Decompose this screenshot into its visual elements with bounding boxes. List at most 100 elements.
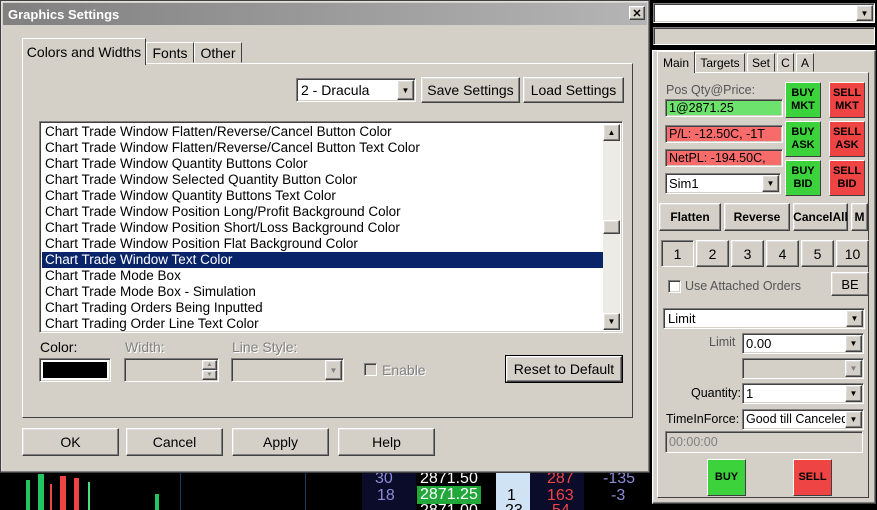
spinner-down-icon: ▼ (202, 370, 217, 380)
dialog-title: Graphics Settings (8, 7, 120, 22)
ladder-ask-size: 54 (552, 502, 570, 510)
chevron-down-icon[interactable]: ▼ (845, 335, 862, 352)
tab-c[interactable]: C (777, 53, 794, 72)
tab-set[interactable]: Set (747, 53, 775, 72)
chevron-down-icon[interactable]: ▼ (845, 411, 862, 428)
reverse-button[interactable]: Reverse (724, 203, 790, 231)
quantity-button-3[interactable]: 3 (731, 240, 764, 267)
list-item[interactable]: Chart Trade Window Position Flat Backgro… (42, 236, 605, 252)
save-settings-button[interactable]: Save Settings (421, 77, 520, 103)
limit-price-input[interactable]: 0.00 ▼ (742, 333, 864, 354)
quantity-button-4[interactable]: 4 (766, 240, 799, 267)
buy-bid-button[interactable]: BUY BID (785, 160, 821, 196)
buy-ask-button[interactable]: BUY ASK (785, 121, 821, 157)
pnl-display: P/L: -12.50C, -1T (665, 125, 783, 143)
load-settings-button[interactable]: Load Settings (523, 77, 624, 103)
list-item[interactable]: Chart Trade Window Position Long/Profit … (42, 204, 605, 220)
list-item[interactable]: Chart Trade Window Flatten/Reverse/Cance… (42, 140, 605, 156)
chevron-down-icon[interactable]: ▼ (762, 175, 779, 192)
tab-fonts[interactable]: Fonts (146, 42, 194, 63)
spinner-up-icon: ▲ (202, 360, 217, 370)
list-item[interactable]: Chart Trade Window Flatten/Reverse/Cance… (42, 124, 605, 140)
list-item[interactable]: Chart Trade Window Quantity Buttons Colo… (42, 156, 605, 172)
list-item[interactable]: Chart Trade Mode Box (42, 268, 605, 284)
width-spinner: ▲ ▼ (124, 358, 219, 382)
list-item-selected[interactable]: Chart Trade Window Text Color (42, 252, 605, 268)
pos-qty-price-label: Pos Qty@Price: (666, 83, 756, 97)
tab-main[interactable]: Main (657, 51, 695, 73)
enable-label: Enable (382, 362, 426, 378)
time-input[interactable]: 00:00:00 (665, 431, 863, 453)
position-display: 1@2871.25 (665, 99, 783, 117)
cancel-button[interactable]: Cancel (126, 428, 223, 456)
candle (50, 484, 52, 510)
quantity-button-10[interactable]: 10 (836, 240, 869, 267)
quantity-button-2[interactable]: 2 (696, 240, 729, 267)
graphics-items-list[interactable]: Chart Trade Window Flatten/Reverse/Cance… (39, 121, 623, 333)
candle (74, 478, 79, 510)
quantity-label: Quantity: (691, 386, 742, 400)
candle (88, 482, 90, 510)
close-button[interactable]: ✕ (629, 6, 645, 20)
cancel-all-button[interactable]: CancelAll (793, 203, 848, 231)
list-item[interactable]: Chart Trade Window Position Short/Loss B… (42, 220, 605, 236)
use-attached-orders-label: Use Attached Orders (685, 279, 802, 293)
chevron-down-icon: ▼ (325, 360, 342, 380)
chevron-down-icon[interactable]: ▼ (845, 385, 862, 402)
chevron-down-icon[interactable]: ▼ (397, 80, 414, 100)
reset-to-default-button[interactable]: Reset to Default (505, 355, 623, 383)
top-status-bar (653, 27, 875, 45)
scroll-up-icon[interactable]: ▲ (603, 124, 620, 141)
m-button[interactable]: M (851, 203, 868, 231)
line-style-select: ▼ (231, 358, 344, 382)
order-type-select[interactable]: Limit ▼ (663, 308, 865, 329)
ladder-pl: -3 (611, 487, 626, 504)
buy-button[interactable]: BUY (707, 459, 746, 496)
list-item[interactable]: Chart Trading Orders Being Inputted (42, 300, 605, 316)
width-label: Width: (125, 339, 165, 355)
apply-button[interactable]: Apply (232, 428, 329, 456)
ladder-bid-size: 23 (505, 502, 523, 510)
list-item[interactable]: Chart Trade Mode Box - Simulation (42, 284, 605, 300)
time-in-force-select[interactable]: Good till Canceled ▼ (742, 409, 864, 430)
be-button[interactable]: BE (831, 272, 869, 296)
top-dropdown[interactable]: ▼ (653, 3, 875, 23)
quantity-button-1[interactable]: 1 (661, 240, 694, 267)
account-select[interactable]: Sim1 ▼ (665, 173, 781, 194)
ok-button[interactable]: OK (22, 428, 119, 456)
sell-button[interactable]: SELL (793, 459, 832, 496)
dialog-titlebar[interactable]: Graphics Settings (3, 3, 647, 25)
use-attached-orders-checkbox[interactable] (668, 280, 681, 293)
tab-targets[interactable]: Targets (695, 53, 745, 72)
help-button[interactable]: Help (338, 428, 435, 456)
color-swatch-fill (43, 362, 107, 378)
color-swatch[interactable] (39, 358, 111, 382)
sell-mkt-button[interactable]: SELL MKT (829, 82, 865, 118)
scroll-down-icon[interactable]: ▼ (603, 313, 620, 330)
sell-bid-button[interactable]: SELL BID (829, 160, 865, 196)
buy-mkt-button[interactable]: BUY MKT (785, 82, 821, 118)
list-item[interactable]: Chart Trade Window Quantity Buttons Text… (42, 188, 605, 204)
sell-ask-button[interactable]: SELL ASK (829, 121, 865, 157)
tab-other[interactable]: Other (194, 42, 242, 63)
quantity-button-5[interactable]: 5 (801, 240, 834, 267)
list-item[interactable]: Chart Trading Order Line Text Color (42, 316, 605, 332)
quantity-input[interactable]: 1 ▼ (742, 383, 864, 404)
tab-colors-and-widths[interactable]: Colors and Widths (22, 38, 146, 65)
chevron-down-icon[interactable]: ▼ (846, 310, 863, 327)
ladder-price: 2871.00 (420, 502, 478, 510)
candle (155, 494, 159, 510)
ladder-bid-size: 18 (377, 487, 395, 504)
list-scrollbar[interactable]: ▲ ▼ (603, 124, 620, 330)
color-label: Color: (40, 339, 78, 355)
flatten-button[interactable]: Flatten (659, 203, 721, 231)
chevron-down-icon: ▼ (845, 360, 862, 377)
grid-line (180, 470, 181, 510)
list-item[interactable]: Chart Trade Window Selected Quantity But… (42, 172, 605, 188)
enable-checkbox (364, 363, 377, 376)
tab-a[interactable]: A (796, 53, 814, 72)
chevron-down-icon[interactable]: ▼ (856, 5, 873, 21)
time-in-force-label: TimeInForce: (666, 412, 740, 426)
theme-select[interactable]: 2 - Dracula ▼ (296, 78, 416, 102)
scrollbar-thumb[interactable] (603, 220, 620, 234)
